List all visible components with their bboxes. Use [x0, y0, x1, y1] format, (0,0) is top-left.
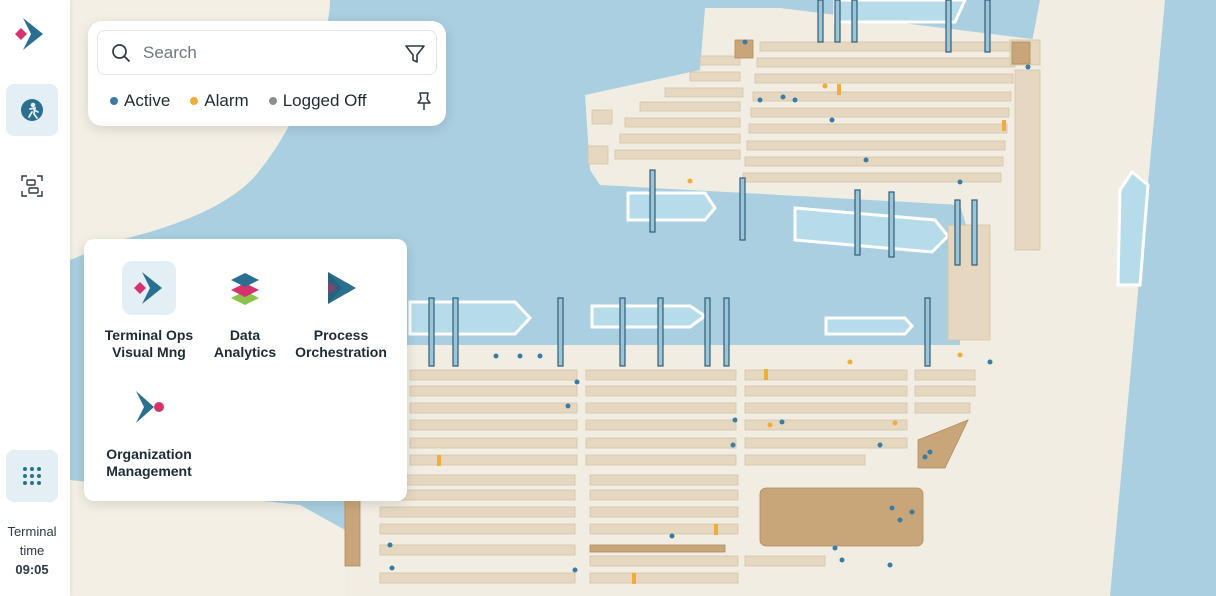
app-name: Process Orchestration	[293, 327, 389, 361]
equipment-button[interactable]	[6, 160, 58, 212]
organization-management-logo-icon	[136, 391, 164, 423]
app-launcher-panel: Terminal Ops Visual Mng Data Analytics P	[84, 239, 407, 501]
data-analytics-logo-icon	[231, 273, 259, 305]
pin-icon[interactable]	[415, 91, 433, 111]
terminal-ops-logo-icon	[134, 272, 162, 304]
status-legend: Active Alarm Logged Off	[110, 91, 367, 111]
app-name: Data Analytics	[197, 327, 293, 361]
app-name: Terminal Ops Visual Mng	[101, 327, 197, 361]
app-tile	[218, 261, 272, 315]
app-organization-management[interactable]: Organization Management	[101, 380, 197, 480]
search-input[interactable]	[143, 41, 393, 65]
legend-alarm-label: Alarm	[204, 91, 249, 110]
active-dot-icon	[110, 97, 118, 105]
alarm-dot-icon	[190, 97, 199, 105]
app-name-line: Visual Mng	[112, 344, 186, 360]
map-view-button[interactable]	[6, 84, 58, 136]
search-panel: Active Alarm Logged Off	[88, 21, 446, 126]
app-launcher-button[interactable]	[6, 450, 58, 502]
filter-icon[interactable]	[404, 43, 426, 65]
globe-person-icon	[21, 99, 43, 121]
app-name-line: Terminal Ops	[104, 327, 194, 343]
scan-devices-icon	[21, 175, 43, 197]
app-data-analytics[interactable]: Data Analytics	[197, 261, 293, 361]
app-name: Organization Management	[101, 446, 197, 480]
app-tile	[122, 261, 176, 315]
sidebar: Terminal time 09:05	[0, 0, 70, 596]
terminal-time-label-1: Terminal	[7, 524, 57, 539]
brand-logo-icon[interactable]	[13, 16, 47, 52]
search-box	[97, 30, 437, 75]
app-process-orchestration[interactable]: Process Orchestration	[293, 261, 389, 361]
app-tile	[122, 380, 176, 434]
app-name-line: Management	[106, 463, 192, 479]
ship	[626, 191, 717, 222]
ship	[590, 304, 708, 329]
terminal-time-value: 09:05	[15, 562, 49, 577]
app-name-line: Analytics	[213, 344, 277, 360]
legend-active-label: Active	[124, 91, 171, 110]
grid-dots-icon	[23, 467, 41, 485]
search-icon	[112, 44, 131, 63]
legend-logged-off-label: Logged Off	[282, 91, 367, 110]
app-name-line: Data	[229, 327, 261, 343]
terminal-time: Terminal time 09:05	[0, 522, 64, 579]
legend-active[interactable]: Active	[110, 91, 170, 111]
legend-logged-off[interactable]: Logged Off	[268, 91, 367, 111]
terminal-time-label-2: time	[19, 543, 45, 558]
ship	[408, 300, 533, 336]
app-name-line: Orchestration	[295, 344, 387, 360]
process-orchestration-logo-icon	[328, 272, 356, 304]
app-tile	[314, 261, 368, 315]
app-name-line: Organization	[106, 446, 192, 462]
app-terminal-ops[interactable]: Terminal Ops Visual Mng	[101, 261, 197, 361]
legend-alarm[interactable]: Alarm	[190, 91, 249, 111]
app-name-line: Process	[313, 327, 369, 343]
ship	[824, 316, 914, 336]
logged-off-dot-icon	[268, 97, 277, 105]
